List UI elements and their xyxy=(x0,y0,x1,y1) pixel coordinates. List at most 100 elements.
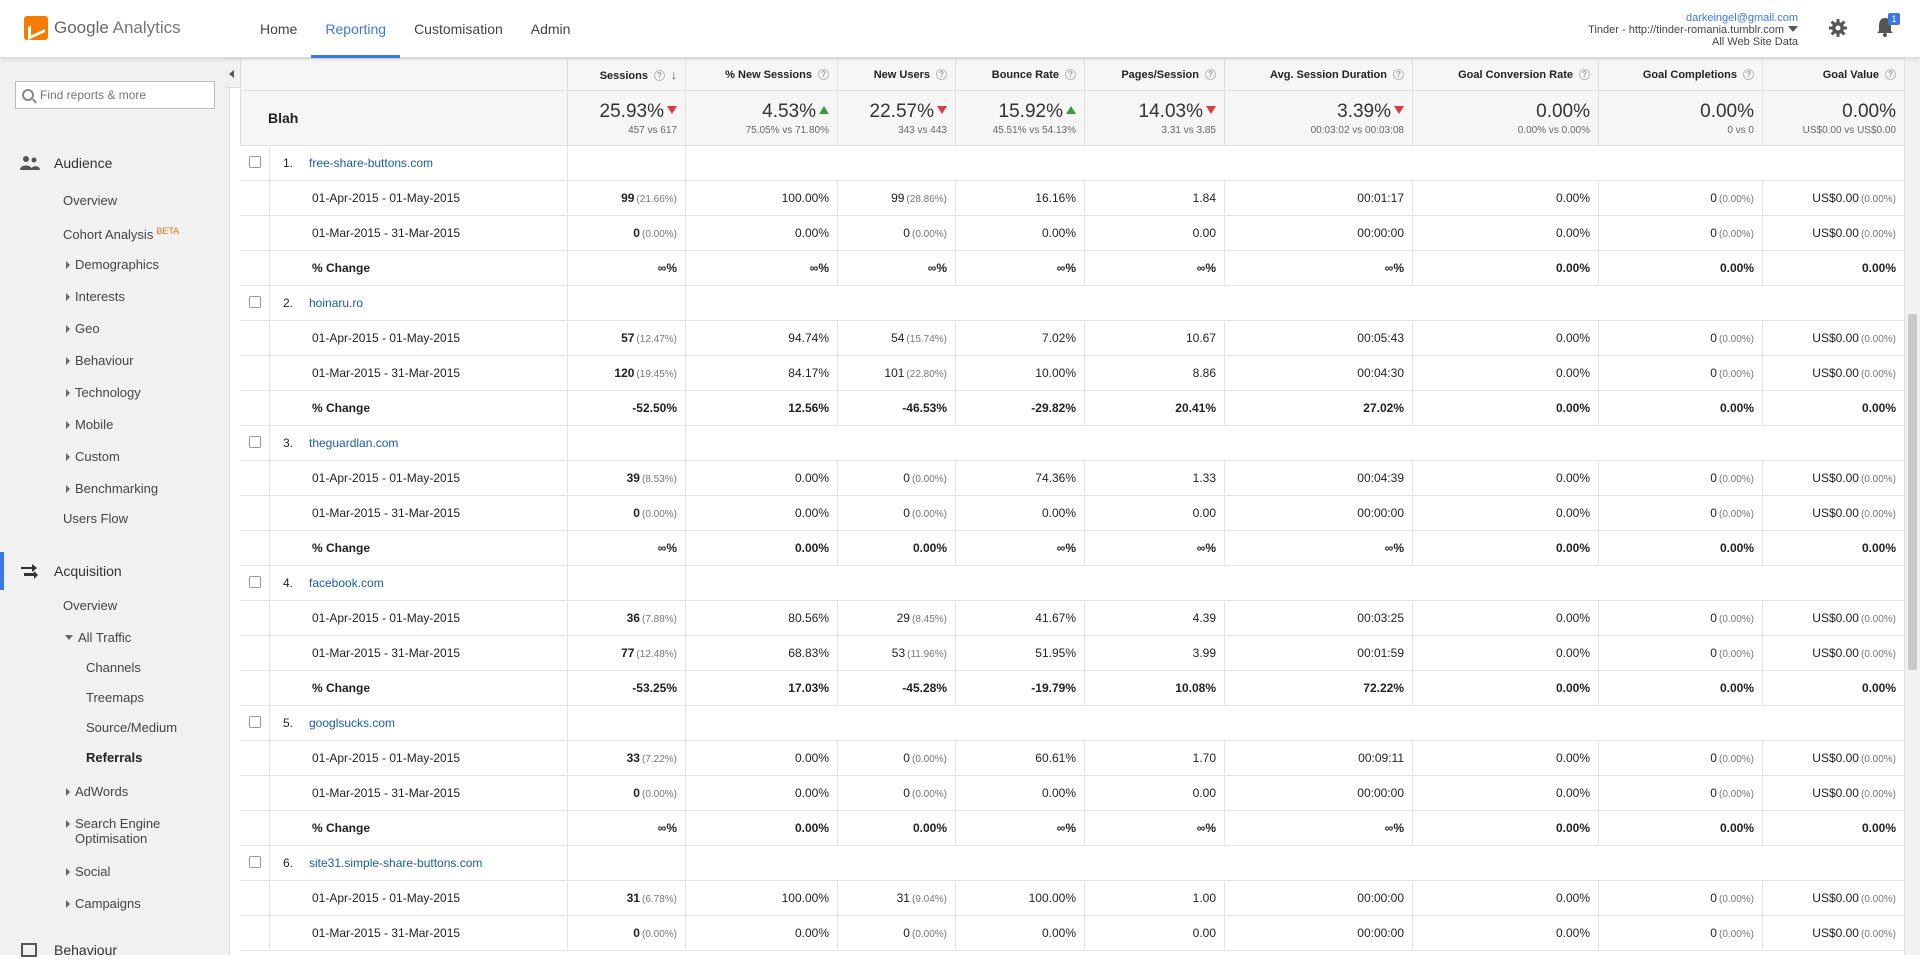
notifications-bell-icon[interactable]: 1 xyxy=(1874,13,1900,38)
metric-value: 0.00% xyxy=(1555,471,1590,485)
table-row-source: 4. facebook.com xyxy=(240,565,1904,601)
source-link[interactable]: free-share-buttons.com xyxy=(309,156,433,170)
metric-cell: 94.74% xyxy=(685,320,838,356)
nav-tab-admin[interactable]: Admin xyxy=(517,0,585,58)
metric-value: 0.00% xyxy=(1041,506,1076,520)
metric-cell: 33 (7.22%) xyxy=(567,740,686,776)
sidebar-item-benchmarking[interactable]: Benchmarking xyxy=(66,479,158,499)
summary-cell: 0.00% 0 vs 0 xyxy=(1598,90,1763,146)
gear-icon[interactable] xyxy=(1828,18,1848,38)
source-link[interactable]: googlsucks.com xyxy=(309,716,395,730)
row-checkbox[interactable] xyxy=(248,715,261,728)
metric-percent-of-total: (0.00%) xyxy=(1718,614,1754,625)
sidebar-section-acquisition[interactable]: Acquisition xyxy=(0,559,230,583)
sidebar-item-acquisition-overview[interactable]: Overview xyxy=(63,596,117,616)
row-number: 3. xyxy=(283,436,294,450)
row-checkbox-cell xyxy=(240,705,270,741)
help-icon[interactable]: ? xyxy=(1885,68,1896,80)
metric-value: 0.00% xyxy=(794,471,829,485)
source-link[interactable]: facebook.com xyxy=(309,576,384,590)
source-name-cell: 3. theguardlan.com xyxy=(269,425,568,461)
help-icon[interactable]: ? xyxy=(1393,68,1404,80)
header-goal-conversion-rate[interactable]: Goal Conversion Rate? xyxy=(1412,58,1599,91)
metric-value: 0 xyxy=(1710,751,1717,765)
row-checkbox[interactable] xyxy=(248,435,261,448)
chevron-down-icon[interactable] xyxy=(1788,26,1798,32)
sidebar-item-treemaps[interactable]: Treemaps xyxy=(86,688,144,708)
summary-value: 0.00% xyxy=(1607,101,1754,123)
vertical-scrollbar[interactable] xyxy=(1904,58,1920,955)
row-checkbox[interactable] xyxy=(248,575,261,588)
metric-cell: US$0.00 (0.00%) xyxy=(1762,460,1904,496)
change-value: -52.50% xyxy=(567,390,686,426)
metric-value: 00:00:00 xyxy=(1357,226,1404,240)
summary-value: 14.03% xyxy=(1093,101,1216,123)
scrollbar-thumb[interactable] xyxy=(1908,314,1917,670)
sidebar-item-custom[interactable]: Custom xyxy=(66,447,120,467)
google-analytics-logo[interactable]: Google Analytics xyxy=(24,16,181,40)
header-pages-session[interactable]: Pages/Session? xyxy=(1084,58,1225,91)
sidebar-section-audience[interactable]: Audience xyxy=(0,151,230,175)
header-bounce-rate[interactable]: Bounce Rate? xyxy=(955,58,1085,91)
nav-tab-home[interactable]: Home xyxy=(246,0,311,58)
nav-tab-reporting[interactable]: Reporting xyxy=(311,0,401,58)
sidebar-section-behaviour[interactable]: Behaviour xyxy=(0,938,230,962)
empty-cell xyxy=(685,705,1904,741)
sidebar-item-cohort-analysis[interactable]: Cohort Analysis BETA xyxy=(63,221,179,242)
row-checkbox-cell xyxy=(240,285,270,321)
header-new-sessions[interactable]: % New Sessions? xyxy=(685,58,838,91)
row-checkbox[interactable] xyxy=(248,855,261,868)
sidebar-item-social[interactable]: Social xyxy=(66,862,110,882)
sidebar-item-users-flow[interactable]: Users Flow xyxy=(63,509,128,529)
sidebar-item-geo[interactable]: Geo xyxy=(66,319,100,339)
source-link[interactable]: hoinaru.ro xyxy=(309,296,363,310)
sidebar-item-referrals[interactable]: Referrals xyxy=(86,748,142,768)
row-checkbox[interactable] xyxy=(248,295,261,308)
row-checkbox[interactable] xyxy=(248,155,261,168)
sidebar-item-source-medium[interactable]: Source/Medium xyxy=(86,718,177,738)
sidebar-item-behaviour[interactable]: Behaviour xyxy=(66,351,134,371)
change-value: 0.00% xyxy=(1598,250,1763,286)
search-box[interactable] xyxy=(15,81,215,109)
sidebar-item-technology[interactable]: Technology xyxy=(66,383,141,403)
header-goal-value[interactable]: Goal Value? xyxy=(1762,58,1904,91)
header-sessions[interactable]: Sessions? ↓ xyxy=(567,58,686,91)
sidebar-item-mobile[interactable]: Mobile xyxy=(66,415,113,435)
header-avg-session-duration[interactable]: Avg. Session Duration? xyxy=(1224,58,1413,91)
metric-percent-of-total: (0.00%) xyxy=(641,789,677,800)
sidebar-item-interests[interactable]: Interests xyxy=(66,287,125,307)
sidebar-item-adwords[interactable]: AdWords xyxy=(66,782,128,802)
sort-descending-icon[interactable]: ↓ xyxy=(671,68,677,82)
collapse-sidebar-button[interactable] xyxy=(225,58,241,88)
nav-tab-customisation[interactable]: Customisation xyxy=(400,0,517,58)
sidebar-item-campaigns[interactable]: Campaigns xyxy=(66,894,141,914)
help-icon[interactable]: ? xyxy=(1065,68,1076,80)
help-icon[interactable]: ? xyxy=(654,69,665,81)
help-icon[interactable]: ? xyxy=(936,68,947,80)
summary-comparison: 45.51% vs 54.13% xyxy=(992,124,1076,136)
metric-value: 00:09:11 xyxy=(1358,751,1404,765)
search-input[interactable] xyxy=(40,88,210,102)
metric-value: 101 xyxy=(884,366,905,380)
source-link[interactable]: theguardlan.com xyxy=(309,436,398,450)
source-link[interactable]: site31.simple-share-buttons.com xyxy=(309,856,482,870)
metric-cell: 0.00% xyxy=(1412,460,1599,496)
change-value: 0.00% xyxy=(1412,390,1599,426)
header-goal-completions[interactable]: Goal Completions? xyxy=(1598,58,1763,91)
sidebar-item-audience-overview[interactable]: Overview xyxy=(63,191,117,211)
metric-value: 29 xyxy=(896,611,910,625)
sidebar-item-seo[interactable]: Search Engine Optimisation xyxy=(66,816,160,846)
metric-cell: 0 (0.00%) xyxy=(1598,880,1763,916)
sidebar-item-all-traffic[interactable]: All Traffic xyxy=(65,628,131,648)
triangle-down-icon xyxy=(65,635,73,640)
account-selector[interactable]: darkeingel@gmail.com Tinder - http://tin… xyxy=(1588,12,1798,48)
sidebar-item-channels[interactable]: Channels xyxy=(86,658,141,678)
sidebar-item-demographics[interactable]: Demographics xyxy=(66,255,159,275)
help-icon[interactable]: ? xyxy=(818,68,829,80)
table-body: Blah 25.93% 457 vs 617 4.53% 75.05% vs 71.8… xyxy=(240,90,1904,951)
interests-label: Interests xyxy=(75,289,125,304)
help-icon[interactable]: ? xyxy=(1743,68,1754,80)
help-icon[interactable]: ? xyxy=(1579,68,1590,80)
header-new-users[interactable]: New Users? xyxy=(837,58,956,91)
help-icon[interactable]: ? xyxy=(1205,68,1216,80)
